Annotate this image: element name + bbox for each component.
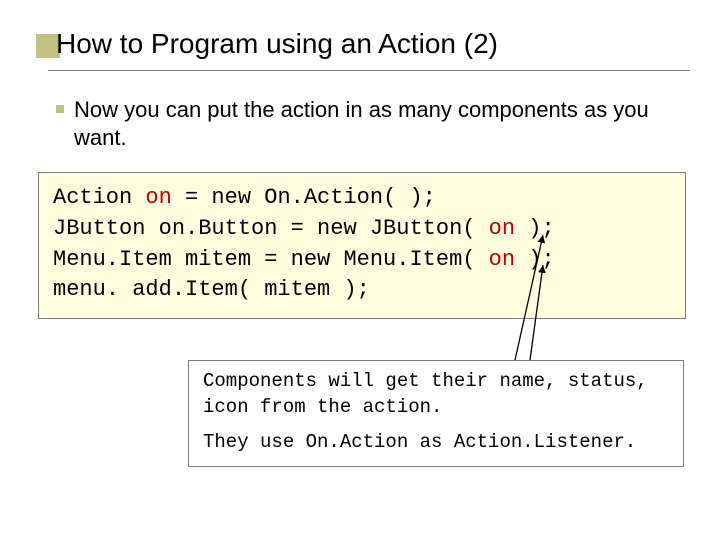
- code-line-3: Menu.Item mitem = new Menu.Item( on );: [53, 245, 671, 276]
- code-text: Menu.Item mitem = new Menu.Item(: [53, 247, 489, 272]
- code-text: );: [515, 216, 555, 241]
- code-line-1: Action on = new On.Action( );: [53, 183, 671, 214]
- body-text: Now you can put the action in as many co…: [74, 96, 660, 151]
- slide-title: How to Program using an Action (2): [40, 28, 690, 60]
- code-keyword-on: on: [489, 216, 515, 241]
- slide: How to Program using an Action (2) Now y…: [0, 0, 720, 540]
- code-text: Action: [53, 185, 145, 210]
- note-paragraph-2: They use On.Action as Action.Listener.: [203, 430, 669, 456]
- code-text: JButton on.Button = new JButton(: [53, 216, 489, 241]
- code-keyword-on: on: [489, 247, 515, 272]
- code-line-4: menu. add.Item( mitem );: [53, 275, 671, 306]
- body-bullet-icon: [56, 105, 64, 113]
- note-gap: [203, 420, 669, 430]
- title-block: How to Program using an Action (2): [40, 28, 690, 60]
- note-block: Components will get their name, status, …: [188, 360, 684, 467]
- code-line-2: JButton on.Button = new JButton( on );: [53, 214, 671, 245]
- code-text: );: [515, 247, 555, 272]
- title-underline: [48, 70, 690, 71]
- code-block: Action on = new On.Action( ); JButton on…: [38, 172, 686, 319]
- note-paragraph-1: Components will get their name, status, …: [203, 369, 669, 420]
- code-keyword-on: on: [145, 185, 171, 210]
- code-text: = new On.Action( );: [172, 185, 436, 210]
